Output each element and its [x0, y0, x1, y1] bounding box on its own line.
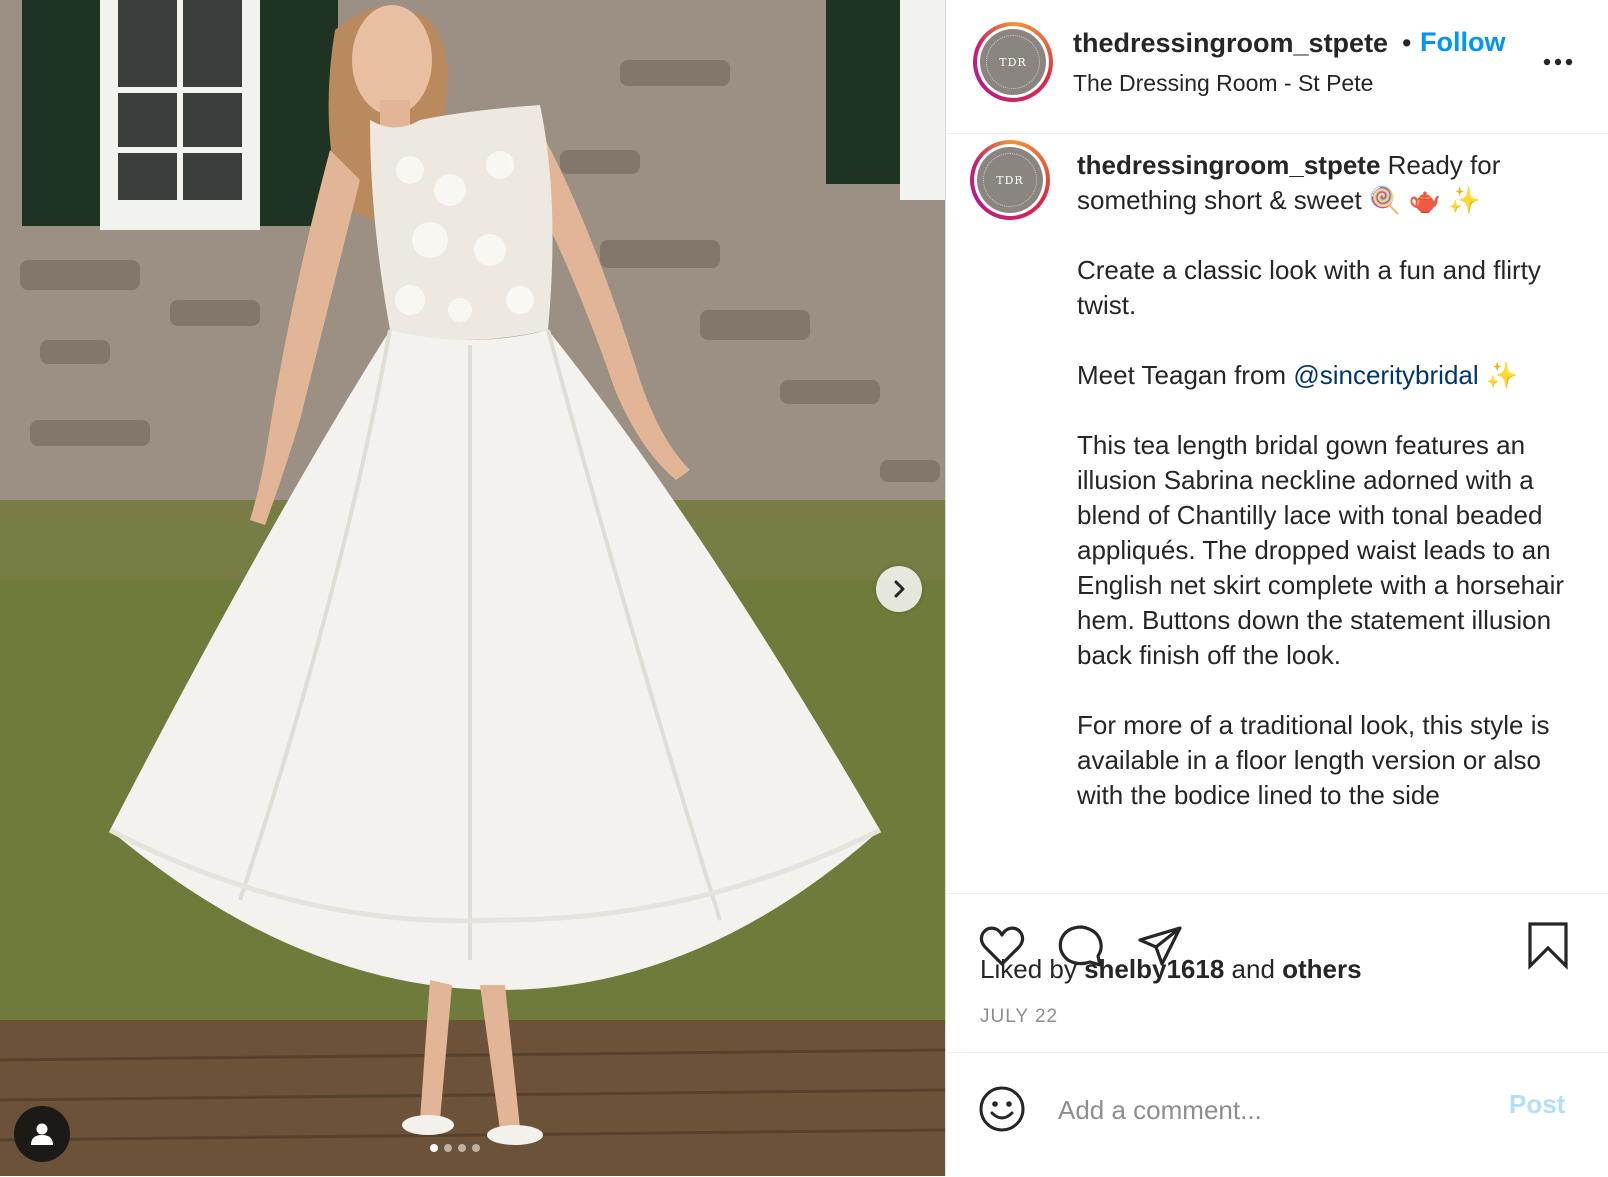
bookmark-icon: [1528, 922, 1568, 970]
caption-text: ✨: [1478, 360, 1519, 390]
user-tag-icon: [31, 1123, 53, 1145]
post-comment-button[interactable]: Post: [1509, 1089, 1565, 1120]
post-caption: thedressingroom_stpete Ready for somethi…: [1077, 148, 1587, 848]
caption-paragraph: Create a classic look with a fun and fli…: [1077, 255, 1541, 320]
post-sidebar: TDR thedressingroom_stpete • Follow The …: [945, 0, 1608, 1176]
caption-mention-link[interactable]: @sinceritybridal: [1293, 360, 1478, 390]
carousel-dot: [472, 1144, 480, 1152]
author-avatar: TDR: [980, 29, 1046, 95]
save-button[interactable]: [1522, 920, 1574, 972]
likes-summary: Liked by shelby1618 and others: [980, 954, 1362, 984]
author-username[interactable]: thedressingroom_stpete: [1073, 28, 1388, 59]
caption-section: TDR thedressingroom_stpete Ready for som…: [946, 134, 1608, 894]
post-location[interactable]: The Dressing Room - St Pete: [1073, 70, 1373, 97]
post-header: TDR thedressingroom_stpete • Follow The …: [946, 0, 1608, 134]
carousel-next-button[interactable]: [876, 566, 922, 612]
emoji-button[interactable]: [976, 1083, 1028, 1135]
liker-username[interactable]: shelby1618: [1084, 954, 1224, 984]
comment-composer: Post: [946, 1052, 1608, 1177]
smiley-icon: [979, 1086, 1025, 1132]
caption-paragraph: For more of a traditional look, this sty…: [1077, 710, 1550, 810]
caption-avatar-ring[interactable]: TDR: [970, 140, 1050, 220]
carousel-dot: [430, 1144, 438, 1152]
caption-text: Meet Teagan from: [1077, 360, 1294, 390]
carousel-dot: [444, 1144, 452, 1152]
carousel-indicator: [430, 1144, 480, 1152]
instagram-post: TDR thedressingroom_stpete • Follow The …: [0, 0, 1608, 1176]
header-separator: •: [1402, 28, 1412, 58]
more-options-button[interactable]: [1536, 40, 1580, 84]
post-photo[interactable]: [0, 0, 945, 1176]
carousel-dot: [458, 1144, 466, 1152]
comment-input[interactable]: [1056, 1087, 1500, 1133]
bride-photo-illustration: [0, 0, 945, 1176]
post-date[interactable]: JULY 22: [980, 1006, 1058, 1028]
author-avatar-ring[interactable]: TDR: [973, 22, 1053, 102]
likes-others-link[interactable]: others: [1282, 954, 1361, 984]
caption-avatar: TDR: [977, 147, 1043, 213]
chevron-right-icon: [894, 580, 905, 598]
tagged-users-button[interactable]: [14, 1106, 70, 1162]
more-dots-icon: [1543, 58, 1573, 66]
caption-paragraph: This tea length bridal gown features an …: [1077, 430, 1565, 670]
caption-username[interactable]: thedressingroom_stpete: [1077, 150, 1380, 180]
follow-button[interactable]: Follow: [1420, 27, 1505, 58]
